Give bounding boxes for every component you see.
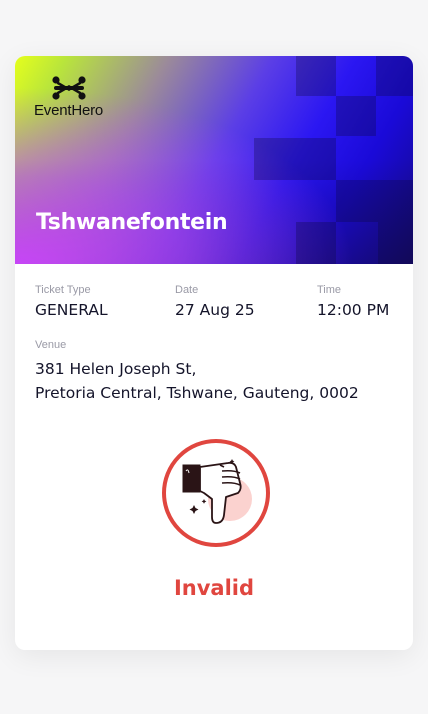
banner-pixel-tile [336,96,376,136]
venue-label: Venue [35,339,67,351]
ticket-type-value: GENERAL [35,301,108,319]
eventhero-mark-icon [51,76,86,100]
time-value: 12:00 PM [317,301,390,319]
brand-name: EventHero [34,102,104,119]
banner-pixel-tile [376,56,413,96]
venue-line-2: Pretoria Central, Tshwane, Gauteng, 0002 [35,384,359,402]
banner-pixel-tile [336,180,378,222]
ticket-type-field: Ticket Type GENERAL [35,284,108,319]
eventhero-logo: EventHero [34,76,103,119]
banner-pixel-tile [254,138,336,180]
date-value: 27 Aug 25 [175,301,255,319]
banner-pixel-tile [296,222,336,264]
ticket-type-label: Ticket Type [35,284,91,296]
event-title: Tshwanefontein [36,210,228,235]
banner-pixel-tile [296,56,336,96]
venue-line-1: 381 Helen Joseph St, [35,360,197,378]
event-banner: EventHero Tshwanefontein [15,56,413,264]
invalid-status-icon [160,437,272,549]
date-field: Date 27 Aug 25 [175,284,255,319]
status-label: Invalid [173,576,255,600]
ticket-card: EventHero Tshwanefontein Ticket Type GEN… [15,56,413,650]
time-field: Time 12:00 PM [317,284,389,319]
thumbs-down-icon [162,439,270,547]
date-label: Date [175,284,199,296]
venue-field: Venue 381 Helen Joseph St, Pretoria Cent… [35,339,405,405]
banner-pixel-tile [378,180,413,264]
ticket-details: Ticket Type GENERAL Date 27 Aug 25 Time … [35,284,405,324]
time-label: Time [317,284,342,296]
